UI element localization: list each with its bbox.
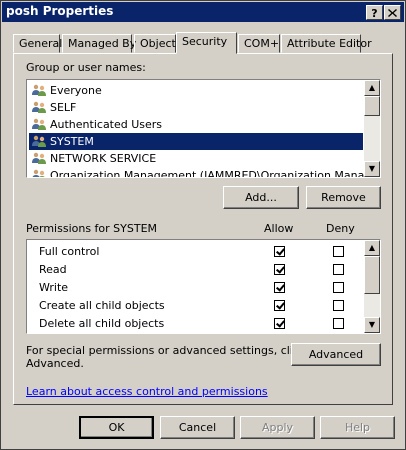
deny-checkbox[interactable] — [333, 318, 344, 329]
allow-header: Allow — [264, 222, 294, 235]
advanced-text-line1: For special permissions or advanced sett… — [26, 344, 306, 357]
permissions-scrollbar[interactable]: ▲ ▼ — [364, 240, 380, 333]
permission-row: Read — [27, 261, 363, 279]
remove-button-label: Remove — [321, 191, 366, 204]
user-group-icon — [32, 84, 46, 96]
permission-name: Write — [39, 281, 69, 294]
cancel-button[interactable]: Cancel — [160, 416, 235, 439]
permissions-list: Full control Read Write Create all child ob… — [26, 239, 381, 334]
advanced-button[interactable]: Advanced — [291, 343, 381, 366]
user-group-icon — [32, 118, 46, 130]
advanced-text-line2: Advanced. — [26, 357, 84, 370]
permissions-title: Permissions for SYSTEM — [26, 222, 158, 235]
remove-button[interactable]: Remove — [306, 186, 381, 209]
permission-name: Delete all child objects — [39, 317, 165, 330]
permission-row: Create all child objects — [27, 297, 363, 315]
apply-button[interactable]: Apply — [240, 416, 315, 439]
tab-com-plus[interactable]: COM+ — [238, 34, 280, 53]
help-title-button[interactable]: ? — [366, 5, 383, 20]
user-group-icon — [32, 152, 46, 164]
tab-managed-by[interactable]: Managed By — [62, 34, 136, 53]
group-list-item[interactable]: Authenticated Users — [29, 116, 363, 133]
group-list-item-label: SYSTEM — [50, 135, 94, 148]
deny-checkbox[interactable] — [333, 282, 344, 293]
allow-checkbox[interactable] — [274, 318, 285, 329]
group-list-item-label: Organization Management (IAMMRED\Organiz… — [50, 169, 381, 178]
group-list-item[interactable]: SYSTEM — [29, 133, 363, 150]
group-list-item-label: NETWORK SERVICE — [50, 152, 157, 165]
scroll-down-button[interactable]: ▼ — [364, 161, 380, 177]
permission-name: Read — [39, 263, 67, 276]
perm-scroll-down-button[interactable]: ▼ — [364, 317, 380, 333]
add-button[interactable]: Add... — [223, 186, 299, 209]
deny-header: Deny — [326, 222, 355, 235]
add-button-label: Add... — [245, 191, 277, 204]
scroll-up-button[interactable]: ▲ — [364, 80, 380, 96]
permission-row: Delete all child objects — [27, 315, 363, 333]
permission-name: Create all child objects — [39, 299, 165, 312]
deny-checkbox[interactable] — [333, 246, 344, 257]
permission-row: Full control — [27, 243, 363, 261]
allow-checkbox[interactable] — [274, 264, 285, 275]
properties-window: posh Properties ? General Managed By Obj… — [0, 0, 406, 450]
learn-more-link[interactable]: Learn about access control and permissio… — [26, 385, 268, 398]
perm-scroll-thumb[interactable] — [364, 256, 380, 294]
group-list-scrollbar[interactable]: ▲ ▼ — [364, 80, 380, 177]
perm-scroll-up-button[interactable]: ▲ — [364, 240, 380, 256]
group-list-item-label: Everyone — [50, 84, 102, 97]
advanced-button-label: Advanced — [308, 348, 364, 361]
ok-button[interactable]: OK — [79, 416, 154, 439]
deny-checkbox[interactable] — [333, 300, 344, 311]
group-list-label: Group or user names: — [26, 61, 146, 74]
ok-button-label: OK — [108, 421, 125, 434]
close-icon — [388, 9, 397, 17]
help-button-label: Help — [344, 421, 371, 434]
deny-checkbox[interactable] — [333, 264, 344, 275]
group-list-item-label: SELF — [50, 101, 77, 114]
user-group-icon — [32, 169, 45, 177]
cancel-button-label: Cancel — [178, 421, 217, 434]
group-user-list[interactable]: Everyone SELF Authenticated Users SYSTEM NET… — [26, 79, 381, 178]
permission-row: Write — [27, 279, 363, 297]
group-list-item[interactable]: NETWORK SERVICE — [29, 150, 363, 167]
tab-security[interactable]: Security — [176, 32, 237, 54]
user-group-icon — [32, 101, 46, 113]
close-title-button[interactable] — [384, 5, 401, 20]
group-list-item[interactable]: Everyone — [29, 82, 363, 99]
scroll-thumb[interactable] — [364, 96, 380, 116]
group-list-item[interactable]: Organization Management (IAMMRED\Organiz… — [29, 167, 380, 177]
window-title: posh Properties — [6, 4, 114, 18]
group-list-item-label: Authenticated Users — [50, 118, 163, 131]
allow-checkbox[interactable] — [274, 300, 285, 311]
tab-object[interactable]: Object — [134, 34, 176, 53]
group-list-item[interactable]: SELF — [29, 99, 363, 116]
help-button[interactable]: Help — [320, 416, 395, 439]
tab-general[interactable]: General — [13, 34, 62, 53]
permission-name: Full control — [39, 245, 100, 258]
apply-button-label: Apply — [261, 421, 294, 434]
allow-checkbox[interactable] — [274, 282, 285, 293]
user-group-icon — [32, 135, 46, 147]
allow-checkbox[interactable] — [274, 246, 285, 257]
title-bar[interactable]: posh Properties ? — [2, 2, 404, 22]
tab-attribute-editor[interactable]: Attribute Editor — [281, 34, 372, 53]
